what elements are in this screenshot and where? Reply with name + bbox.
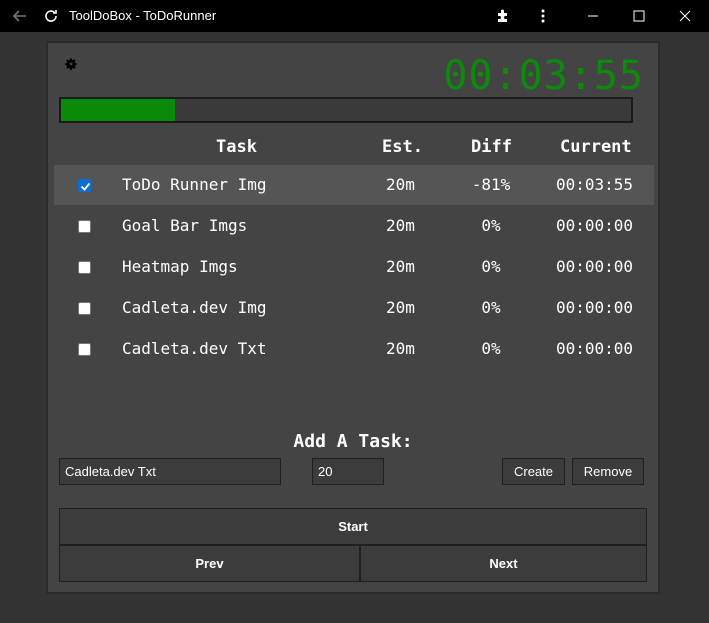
task-name: Goal Bar Imgs xyxy=(122,216,248,235)
task-current: 00:00:00 xyxy=(556,339,634,358)
task-row[interactable]: ToDo Runner Img 20m -81% 00:03:55 xyxy=(54,165,654,205)
header-task: Task xyxy=(216,137,257,157)
add-task-label: Add A Task: xyxy=(293,431,413,452)
more-vert-icon[interactable] xyxy=(532,0,554,32)
task-name-input[interactable]: Cadleta.dev Txt xyxy=(59,458,281,485)
task-name: Cadleta.dev Txt xyxy=(122,339,267,358)
minimize-icon[interactable] xyxy=(580,0,606,32)
next-button[interactable]: Next xyxy=(360,545,647,582)
task-estimate: 20m xyxy=(386,175,415,194)
extension-icon[interactable] xyxy=(492,0,514,32)
task-row[interactable]: Cadleta.dev Img 20m 0% 00:00:00 xyxy=(54,288,654,328)
task-row[interactable]: Goal Bar Imgs 20m 0% 00:00:00 xyxy=(54,206,654,246)
task-estimate: 20m xyxy=(386,339,415,358)
task-row[interactable]: Heatmap Imgs 20m 0% 00:00:00 xyxy=(54,247,654,287)
header-diff: Diff xyxy=(471,137,512,157)
task-estimate: 20m xyxy=(386,216,415,235)
task-checkbox[interactable] xyxy=(78,179,91,192)
task-estimate: 20m xyxy=(386,257,415,276)
task-row[interactable]: Cadleta.dev Txt 20m 0% 00:00:00 xyxy=(54,329,654,369)
back-arrow-icon[interactable] xyxy=(8,0,32,32)
task-current: 00:00:00 xyxy=(556,298,634,317)
task-checkbox[interactable] xyxy=(78,220,91,233)
task-name: Cadleta.dev Img xyxy=(122,298,267,317)
task-diff: -81% xyxy=(471,175,511,194)
progress-fill xyxy=(61,99,175,121)
refresh-icon[interactable] xyxy=(40,0,62,32)
task-diff: 0% xyxy=(481,216,501,235)
task-name: ToDo Runner Img xyxy=(122,175,267,194)
task-current: 00:00:00 xyxy=(556,216,634,235)
maximize-icon[interactable] xyxy=(626,0,652,32)
header-est: Est. xyxy=(382,137,423,157)
remove-button[interactable]: Remove xyxy=(572,458,644,485)
task-diff: 0% xyxy=(481,257,501,276)
progress-bar xyxy=(59,97,633,123)
title-bar: ToolDoBox - ToDoRunner xyxy=(0,0,709,32)
task-diff: 0% xyxy=(481,298,501,317)
task-minutes-input[interactable]: 20 xyxy=(312,458,384,485)
task-name: Heatmap Imgs xyxy=(122,257,238,276)
create-button[interactable]: Create xyxy=(502,458,565,485)
task-checkbox[interactable] xyxy=(78,302,91,315)
close-icon[interactable] xyxy=(672,0,698,32)
task-current: 00:03:55 xyxy=(556,175,634,194)
prev-button[interactable]: Prev xyxy=(59,545,360,582)
window-title: ToolDoBox - ToDoRunner xyxy=(69,8,217,23)
todo-runner-panel: 00:03:55 Task Est. Diff Current ToDo Run… xyxy=(46,41,660,594)
task-current: 00:00:00 xyxy=(556,257,634,276)
task-diff: 0% xyxy=(481,339,501,358)
task-checkbox[interactable] xyxy=(78,261,91,274)
gear-icon[interactable] xyxy=(64,57,78,76)
header-current: Current xyxy=(560,137,632,157)
start-button[interactable]: Start xyxy=(59,508,647,545)
task-checkbox[interactable] xyxy=(78,343,91,356)
elapsed-timer: 00:03:55 xyxy=(443,53,644,99)
task-estimate: 20m xyxy=(386,298,415,317)
